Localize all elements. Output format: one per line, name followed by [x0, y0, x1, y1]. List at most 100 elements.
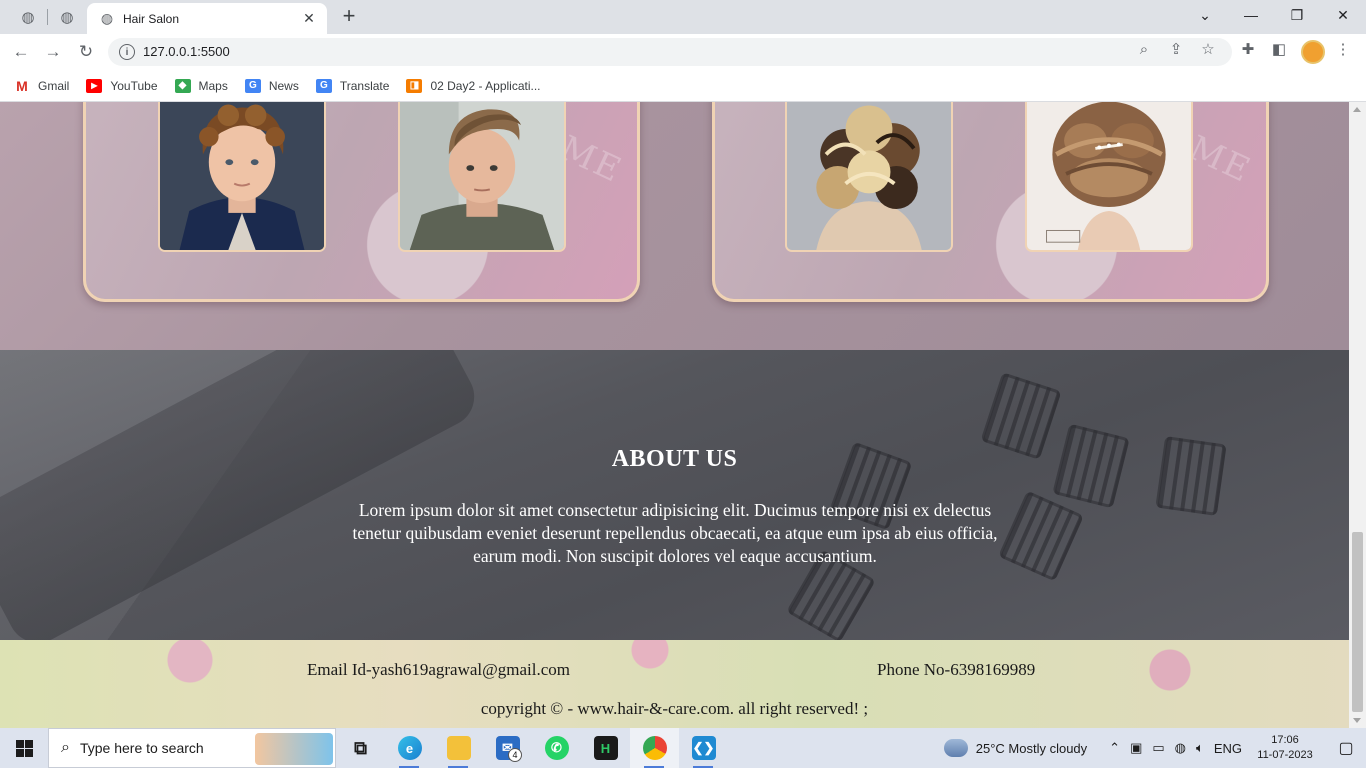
boy-fade-haircut-photo — [398, 102, 566, 252]
about-us-text: Lorem ipsum dolor sit amet consectetur a… — [352, 500, 998, 566]
footer-phone: Phone No-6398169989 — [877, 660, 1036, 679]
language-indicator[interactable]: ENG — [1214, 741, 1242, 756]
vscode-app-button[interactable]: ❮❯ — [679, 728, 728, 768]
meet-now-icon[interactable]: ▣ — [1130, 740, 1142, 756]
vscode-icon: ❮❯ — [691, 736, 716, 760]
network-globe-icon[interactable]: ◍ — [1175, 740, 1186, 756]
edge-icon: e — [397, 736, 422, 760]
extensions-icon[interactable]: ✚ — [1239, 40, 1257, 58]
share-icon[interactable]: ⇪ — [1167, 40, 1185, 58]
address-bar[interactable]: i 127.0.0.1:5500 — [108, 38, 1232, 66]
site-info-icon[interactable]: i — [119, 44, 135, 60]
reload-icon[interactable]: ↻ — [74, 40, 98, 64]
curly-updo-photo — [785, 102, 953, 252]
tab-title: Hair Salon — [123, 11, 180, 26]
hackerrank-icon: H — [593, 736, 618, 760]
page-viewport: COSME — [0, 102, 1349, 728]
bookmark-news[interactable]: G News — [244, 78, 299, 93]
youtube-icon: ▶ — [86, 78, 103, 93]
whatsapp-app-button[interactable]: ✆ — [532, 728, 581, 768]
scroll-down-arrow-icon[interactable] — [1353, 718, 1361, 723]
page-scrollbar[interactable] — [1349, 102, 1366, 728]
bookmark-star-icon[interactable]: ☆ — [1199, 40, 1217, 58]
bookmark-gmail[interactable]: M Gmail — [14, 78, 70, 94]
profile-avatar[interactable] — [1301, 40, 1325, 64]
forward-arrow-icon[interactable]: → — [41, 40, 65, 64]
taskbar-search-placeholder: Type here to search — [79, 740, 204, 756]
translate-icon: G — [315, 78, 332, 93]
boy-curly-hair-photo — [158, 102, 326, 252]
task-view-button[interactable]: ⧉ — [336, 728, 385, 768]
gallery-card-boys: COSME — [83, 102, 640, 302]
footer-copyright: copyright © - www.hair-&-care.com. all r… — [480, 699, 869, 718]
whatsapp-icon: ✆ — [544, 736, 569, 760]
file-explorer-button[interactable] — [434, 728, 483, 768]
footer-email: Email Id-yash619agrawal@gmail.com — [307, 660, 571, 679]
taskbar-search-box[interactable]: ⌕ Type here to search — [48, 728, 336, 768]
bookmark-maps[interactable]: ◆ Maps — [174, 78, 228, 93]
bookmark-label: News — [268, 78, 299, 93]
bookmark-label: Translate — [339, 78, 390, 93]
search-highlight-image — [255, 733, 333, 765]
scrollbar-thumb[interactable] — [1352, 532, 1363, 712]
maximize-button[interactable]: ❐ — [1274, 0, 1320, 30]
side-panel-icon[interactable]: ◧ — [1270, 40, 1288, 58]
minimize-button[interactable]: — — [1228, 0, 1274, 30]
scroll-up-arrow-icon[interactable] — [1353, 107, 1361, 112]
back-arrow-icon[interactable]: ← — [9, 40, 33, 64]
close-window-button[interactable]: ✕ — [1320, 0, 1366, 30]
weather-text: 25°C Mostly cloudy — [975, 740, 1088, 756]
about-us-section: ABOUT US Lorem ipsum dolor sit amet cons… — [0, 350, 1349, 640]
comb-guard-decoration — [998, 490, 1084, 582]
bookmarks-bar: M Gmail ▶ YouTube ◆ Maps G News G Transl… — [0, 70, 1366, 102]
hackerrank-app-button[interactable]: H — [581, 728, 630, 768]
mail-app-button[interactable]: ✉ 4 — [483, 728, 532, 768]
tab-search-chevron-icon[interactable]: ⌄ — [1182, 0, 1228, 30]
menu-kebab-icon[interactable]: ⋮ — [1334, 40, 1352, 58]
tab-hair-salon[interactable]: ◍ Hair Salon ✕ — [87, 3, 327, 34]
search-icon: ⌕ — [61, 739, 70, 756]
bookmark-label: Maps — [198, 78, 228, 93]
weather-widget[interactable]: 25°C Mostly cloudy — [943, 739, 1088, 757]
taskbar-clock[interactable]: 17:06 11-07-2023 — [1252, 733, 1318, 763]
bookmark-label: YouTube — [110, 78, 158, 93]
zoom-icon[interactable]: ⌕ — [1135, 40, 1153, 58]
bookmark-translate[interactable]: G Translate — [315, 78, 390, 93]
bookmark-youtube[interactable]: ▶ YouTube — [86, 78, 158, 93]
page-footer: Email Id-yash619agrawal@gmail.com Phone … — [0, 640, 1349, 728]
gallery-card-girls: COSME — [712, 102, 1269, 302]
bookmark-label: Gmail — [38, 78, 70, 93]
tab-search-icon[interactable]: ◍ — [17, 7, 39, 27]
gallery-section: COSME — [0, 102, 1349, 350]
battery-icon[interactable]: ▭ — [1152, 740, 1164, 756]
news-icon: G — [244, 78, 261, 93]
bookmark-day2-app[interactable]: ◨ 02 Day2 - Applicati... — [406, 78, 541, 93]
gmail-icon: M — [14, 78, 30, 94]
globe-icon: ◍ — [100, 10, 114, 26]
clipper-background-decoration — [0, 350, 485, 640]
windows-taskbar: ⌕ Type here to search ⧉ e ✉ 4 ✆ H ❮❯ 25°… — [0, 728, 1366, 768]
url-text[interactable]: 127.0.0.1:5500 — [143, 44, 230, 59]
tab-close-icon[interactable]: ✕ — [299, 9, 319, 29]
bookmark-label: 02 Day2 - Applicati... — [430, 78, 541, 93]
system-tray: 25°C Mostly cloudy ⌃ ▣ ▭ ◍ 🔈︎ ENG 17:06 … — [943, 728, 1366, 768]
clock-time: 17:06 — [1271, 734, 1299, 746]
about-us-heading: ABOUT US — [611, 446, 738, 472]
cloudy-weather-icon — [943, 739, 968, 757]
app-icon: ◨ — [406, 78, 423, 93]
notification-center-icon[interactable]: ▢ — [1326, 728, 1366, 768]
pinned-tab-globe-icon[interactable]: ◍ — [56, 7, 78, 27]
new-tab-button[interactable]: + — [338, 3, 360, 28]
windows-logo-icon — [15, 739, 33, 757]
volume-icon[interactable]: 🔈︎ — [1196, 740, 1204, 756]
edge-app-button[interactable]: e — [385, 728, 434, 768]
chrome-icon — [642, 736, 667, 760]
tab-strip: ◍ ◍ ◍ Hair Salon ✕ + ⌄ — ❐ ✕ — [0, 0, 1366, 34]
task-view-icon: ⧉ — [354, 737, 367, 758]
chrome-app-button[interactable] — [630, 728, 679, 768]
maps-icon: ◆ — [174, 78, 191, 93]
show-hidden-icons-chevron-icon[interactable]: ⌃ — [1109, 740, 1120, 756]
browser-toolbar: ← → ↻ i 127.0.0.1:5500 ⌕ ⇪ ☆ ✚ ◧ ⋮ — [0, 34, 1366, 70]
mail-badge: 4 — [508, 748, 522, 762]
start-button[interactable] — [0, 728, 48, 768]
